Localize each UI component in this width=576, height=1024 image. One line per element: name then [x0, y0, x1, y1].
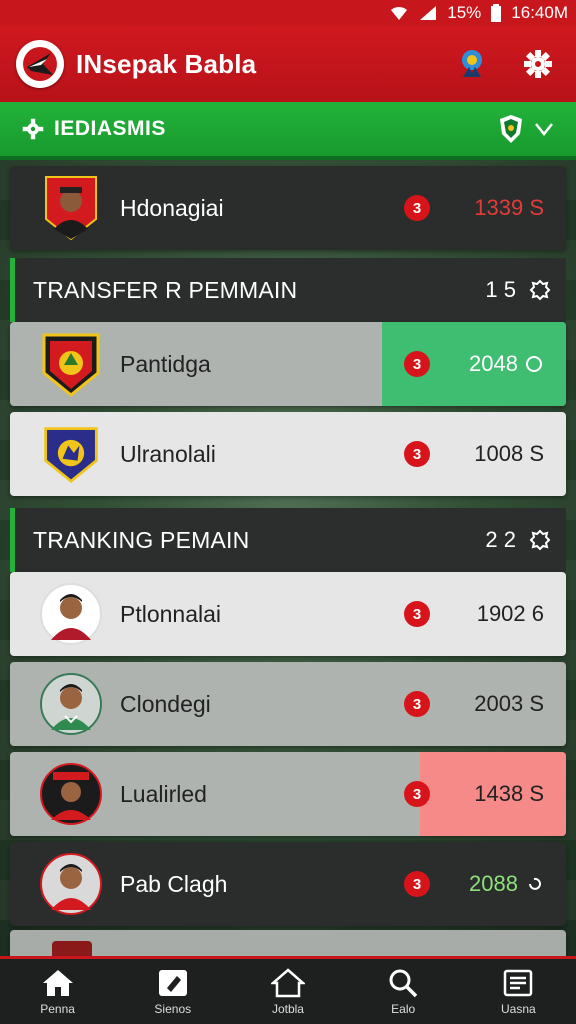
status-badge: 3 — [404, 601, 430, 627]
section-title: TRANKING PEMAIN — [33, 526, 250, 553]
list-item[interactable]: Clondegi 3 2003 S — [10, 662, 566, 746]
list-item[interactable]: Ptlonnalai 3 1902 6 — [10, 572, 566, 656]
gear-icon — [524, 50, 552, 78]
shield-icon — [500, 115, 522, 143]
player-avatar — [40, 853, 102, 915]
battery-icon — [491, 4, 502, 22]
player-avatar — [40, 673, 102, 735]
list-icon — [504, 969, 533, 996]
player-avatar — [40, 763, 102, 825]
nav-label: Jotbla — [271, 1001, 304, 1016]
section-count: 1 5 — [485, 277, 516, 302]
app-header: INsepak Babla — [0, 26, 576, 102]
player-value: 1438 S — [474, 781, 544, 806]
wifi-icon — [389, 5, 409, 21]
nav-search[interactable]: Ealo — [353, 968, 453, 1016]
filter-label: IEDIASMIS — [54, 117, 166, 140]
player-value: 1902 6 — [476, 601, 544, 626]
search-icon — [389, 969, 418, 997]
battery-percent: 15% — [447, 3, 482, 22]
club-crest — [40, 423, 102, 485]
status-badge: 3 — [404, 691, 430, 717]
player-value: 2048 — [469, 322, 544, 406]
section-title: TRANSFER R PEMMAIN — [33, 276, 298, 303]
player-value: 2088 — [469, 842, 544, 926]
trophy-button[interactable] — [450, 42, 494, 86]
house-icon — [270, 967, 305, 997]
nav-label: Penna — [40, 1001, 75, 1016]
nav-home[interactable]: Penna — [8, 968, 108, 1016]
nav-menu[interactable]: Uasna — [468, 968, 568, 1016]
status-badge: 3 — [404, 781, 430, 807]
club-crest — [40, 333, 102, 397]
value-text: 2088 — [469, 871, 518, 896]
gear-icon — [22, 118, 44, 140]
list-item[interactable]: Pantidga 3 2048 — [10, 322, 566, 406]
section-header-transfer[interactable]: TRANSFER R PEMMAIN 1 5 — [10, 258, 566, 322]
sync-icon — [529, 877, 541, 890]
list-item[interactable]: Ulranolali 3 1008 S — [10, 412, 566, 496]
refresh-icon[interactable] — [528, 528, 552, 552]
nav-label: Uasna — [501, 1001, 536, 1016]
nav-schedule[interactable]: Sienos — [123, 968, 223, 1016]
section-header-ranking[interactable]: TRANKING PEMAIN 2 2 — [10, 508, 566, 572]
list-item[interactable]: Hdonagiai 3 1339 S — [10, 166, 566, 250]
list-item[interactable]: Pab Clagh 3 2088 — [10, 842, 566, 926]
clock: 16:40M — [511, 3, 568, 22]
settings-button[interactable] — [516, 42, 560, 86]
bottom-navigation: Penna Sienos Jotbla Ealo Uasna — [0, 956, 576, 1024]
nav-matches[interactable]: Jotbla — [238, 967, 338, 1016]
status-bar: 15% 16:40M — [0, 0, 576, 26]
app-logo — [16, 40, 64, 88]
chevron-down-icon[interactable] — [534, 122, 554, 136]
clock-icon — [526, 356, 542, 372]
player-avatar — [40, 583, 102, 645]
status-badge: 3 — [404, 351, 430, 377]
player-value: 1008 S — [474, 441, 544, 466]
trophy-icon — [462, 50, 482, 77]
app-title: INsepak Babla — [76, 48, 257, 79]
value-text: 2048 — [469, 351, 518, 376]
filter-bar[interactable]: IEDIASMIS — [0, 102, 576, 160]
edit-icon — [158, 969, 187, 996]
refresh-icon[interactable] — [528, 278, 552, 302]
nav-label: Ealo — [391, 1001, 416, 1016]
section-count: 2 2 — [485, 527, 516, 552]
signal-icon — [419, 5, 437, 21]
home-icon — [42, 969, 73, 996]
player-value: 2003 S — [474, 691, 544, 716]
nav-label: Sienos — [154, 1001, 192, 1016]
status-badge: 3 — [404, 871, 430, 897]
status-badge: 3 — [404, 441, 430, 467]
player-value: 1339 S — [474, 195, 544, 220]
list-item[interactable]: Lualirled 3 1438 S — [10, 752, 566, 836]
status-badge: 3 — [404, 195, 430, 221]
player-avatar — [40, 176, 102, 241]
